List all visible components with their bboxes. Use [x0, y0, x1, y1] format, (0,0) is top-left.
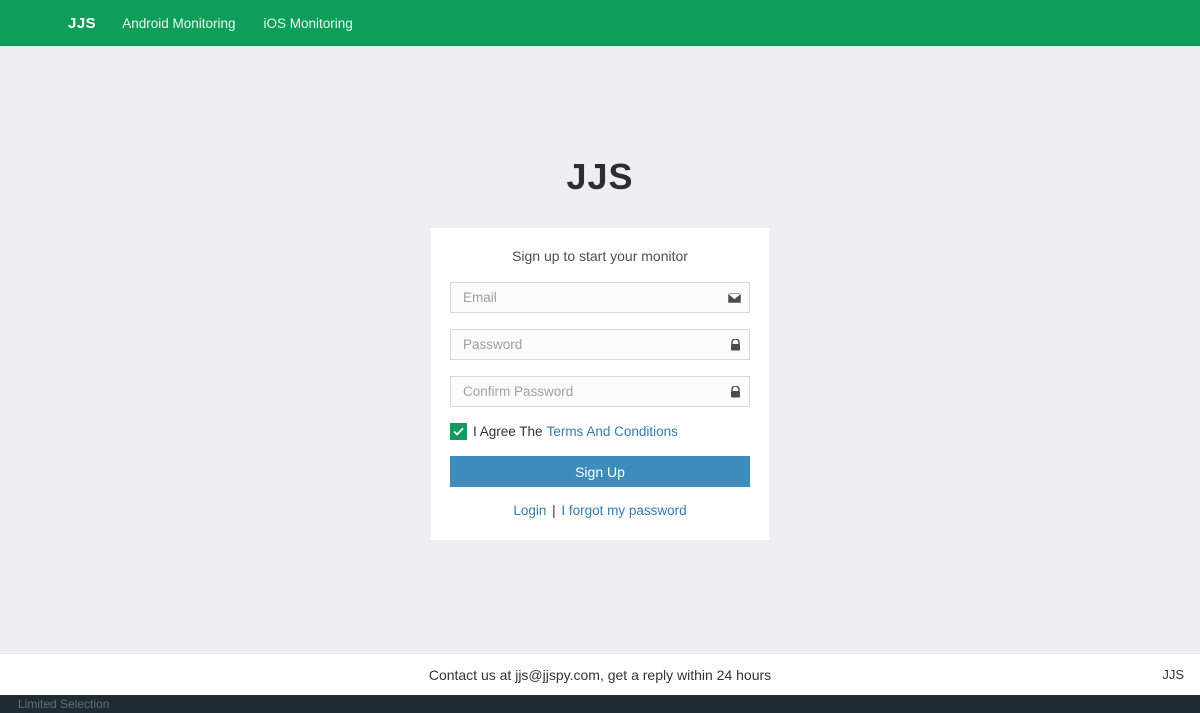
lock-icon	[730, 339, 741, 351]
login-link[interactable]: Login	[513, 503, 546, 518]
envelope-icon	[728, 293, 741, 303]
password-field-wrap	[450, 329, 750, 360]
brand-logo: JJS	[566, 156, 633, 198]
agree-checkbox[interactable]	[450, 423, 467, 440]
form-heading: Sign up to start your monitor	[450, 248, 750, 264]
confirm-password-input[interactable]	[450, 376, 750, 407]
footer-brand: JJS	[1162, 667, 1184, 682]
links-row: Login | I forgot my password	[450, 503, 750, 518]
email-field-wrap	[450, 282, 750, 313]
signup-card: Sign up to start your monitor I Agree Th…	[431, 228, 769, 540]
agree-row: I Agree The Terms And Conditions	[450, 423, 750, 440]
footer-dark-bar: Limited Selection	[0, 695, 1200, 713]
agree-text: I Agree The	[473, 424, 543, 439]
main-content: JJS Sign up to start your monitor	[0, 46, 1200, 653]
terms-link[interactable]: Terms And Conditions	[547, 424, 678, 439]
navbar: JJS Android Monitoring iOS Monitoring	[0, 0, 1200, 46]
email-input[interactable]	[450, 282, 750, 313]
forgot-password-link[interactable]: I forgot my password	[561, 503, 686, 518]
confirm-password-field-wrap	[450, 376, 750, 407]
lock-icon	[730, 386, 741, 398]
footer: Contact us at jjs@jjspy.com, get a reply…	[0, 653, 1200, 695]
password-input[interactable]	[450, 329, 750, 360]
link-separator: |	[548, 503, 559, 518]
check-icon	[453, 427, 464, 436]
nav-link-ios[interactable]: iOS Monitoring	[264, 16, 353, 31]
nav-link-android[interactable]: Android Monitoring	[122, 16, 235, 31]
footer-contact-text: Contact us at jjs@jjspy.com, get a reply…	[429, 667, 771, 683]
footer-dark-text: Limited Selection	[18, 697, 109, 711]
nav-brand[interactable]: JJS	[68, 15, 96, 32]
signup-button[interactable]: Sign Up	[450, 456, 750, 487]
